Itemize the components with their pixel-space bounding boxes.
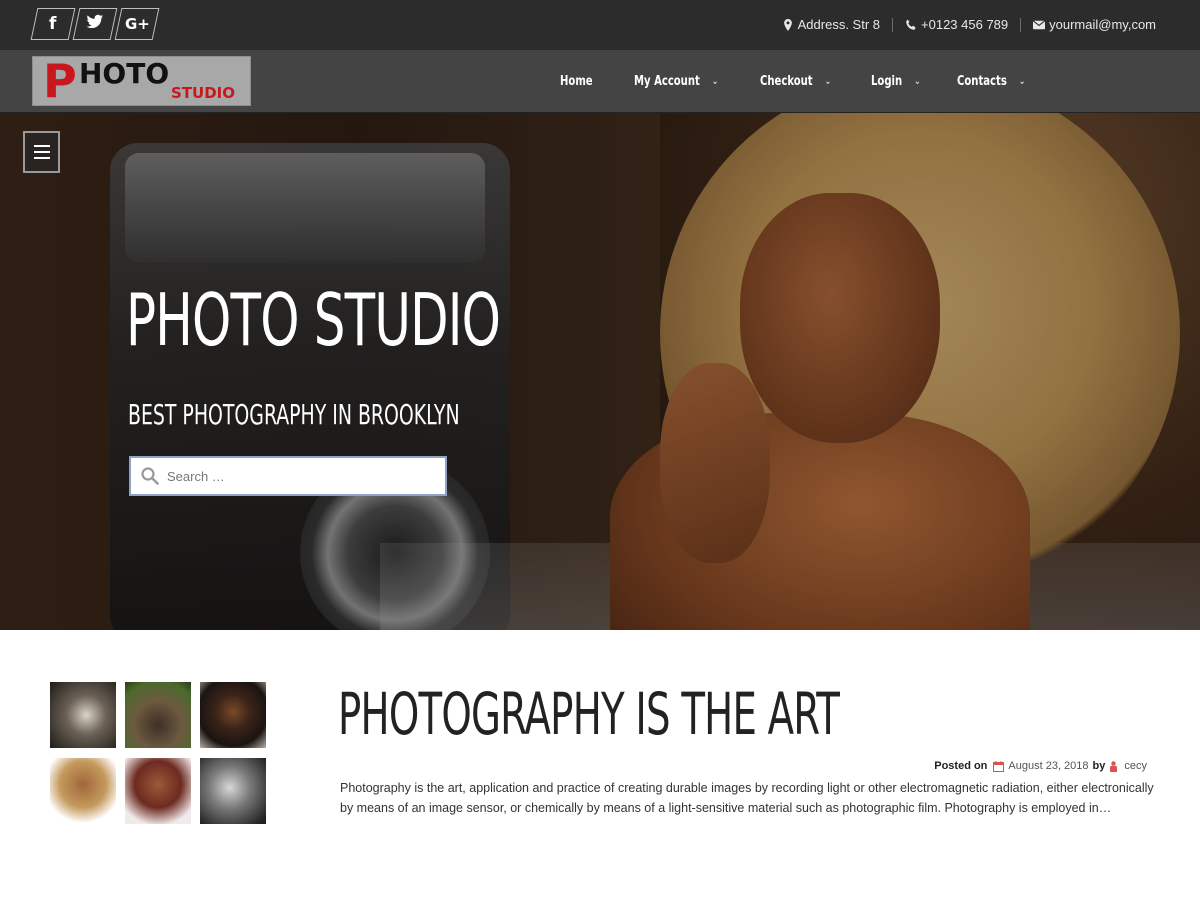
site-logo[interactable]: P HOTO STUDIO: [32, 56, 251, 106]
chevron-down-icon: ⌄: [824, 76, 832, 87]
nav-item-my-account[interactable]: My Account ⌄: [634, 74, 718, 89]
gallery-thumbnail[interactable]: [50, 758, 116, 824]
phone-icon: [906, 19, 916, 30]
social-links: f G+: [30, 8, 160, 40]
user-icon: [1110, 760, 1118, 772]
post-excerpt: Photography is the art, application and …: [340, 781, 1154, 815]
primary-menu: Home My Account ⌄ Checkout ⌄ Login ⌄ Contac…: [560, 50, 1068, 113]
gallery-thumbnail[interactable]: [50, 682, 116, 748]
nav-item-login[interactable]: Login ⌄: [871, 74, 921, 89]
phone-item: +0123 456 789: [905, 17, 1008, 32]
facebook-icon: f: [49, 14, 57, 34]
hero-overlay: [0, 113, 1200, 630]
top-bar: f G+ Address. Str 8 +0123 456 789 yourma…: [0, 0, 1200, 50]
gallery-thumbnail[interactable]: [125, 758, 191, 824]
post-date[interactable]: August 23, 2018: [1008, 760, 1088, 772]
hero-subtitle: BEST PHOTOGRAPHY IN BROOKLYN: [128, 398, 460, 431]
main-navbar: P HOTO STUDIO Home My Account ⌄ Checkout ⌄…: [0, 50, 1200, 113]
divider: [1020, 17, 1022, 32]
nav-item-checkout[interactable]: Checkout ⌄: [760, 74, 831, 89]
search-bar: [129, 456, 447, 496]
by-label: by: [1092, 760, 1106, 772]
contact-info: Address. Str 8 +0123 456 789 yourmail@my…: [782, 17, 1156, 32]
google-plus-icon: G+: [124, 15, 150, 33]
gallery-thumbnail[interactable]: [200, 758, 266, 824]
address-text: Address. Str 8: [797, 17, 881, 32]
twitter-icon: [86, 14, 104, 35]
hamburger-icon: [33, 145, 50, 147]
email-text[interactable]: yourmail@my,com: [1049, 17, 1156, 32]
phone-text: +0123 456 789: [921, 17, 1009, 32]
envelope-icon: [1033, 19, 1046, 29]
chevron-down-icon: ⌄: [1018, 76, 1025, 87]
chevron-down-icon: ⌄: [711, 76, 719, 87]
nav-item-home[interactable]: Home: [560, 74, 593, 89]
divider: [892, 17, 894, 32]
address-item: Address. Str 8: [782, 17, 880, 32]
posted-on-label: Posted on: [934, 760, 988, 772]
facebook-button[interactable]: f: [30, 8, 76, 40]
nav-item-contacts[interactable]: Contacts ⌄: [957, 74, 1025, 89]
hamburger-menu-button[interactable]: [23, 131, 60, 173]
logo-first-letter: P: [43, 56, 77, 106]
logo-word: HOTO: [79, 57, 170, 90]
search-icon: [141, 467, 159, 485]
hero-title: PHOTO STUDIO: [126, 278, 501, 362]
search-input[interactable]: [167, 468, 417, 484]
post-meta: Posted on August 23, 2018 by cecy: [934, 760, 1147, 772]
gallery-thumbnail[interactable]: [200, 682, 266, 748]
gallery-thumbnails: [50, 682, 266, 824]
email-item: yourmail@my,com: [1033, 17, 1156, 32]
google-plus-button[interactable]: G+: [114, 8, 160, 40]
twitter-button[interactable]: [72, 8, 118, 40]
post-title[interactable]: PHOTOGRAPHY IS THE ART: [338, 680, 840, 748]
map-marker-icon: [783, 18, 792, 31]
hero-banner: [0, 113, 1200, 630]
post-author[interactable]: cecy: [1124, 760, 1147, 772]
calendar-icon: [993, 760, 1005, 772]
logo-subword: STUDIO: [171, 84, 235, 102]
chevron-down-icon: ⌄: [913, 76, 921, 87]
gallery-thumbnail[interactable]: [125, 682, 191, 748]
